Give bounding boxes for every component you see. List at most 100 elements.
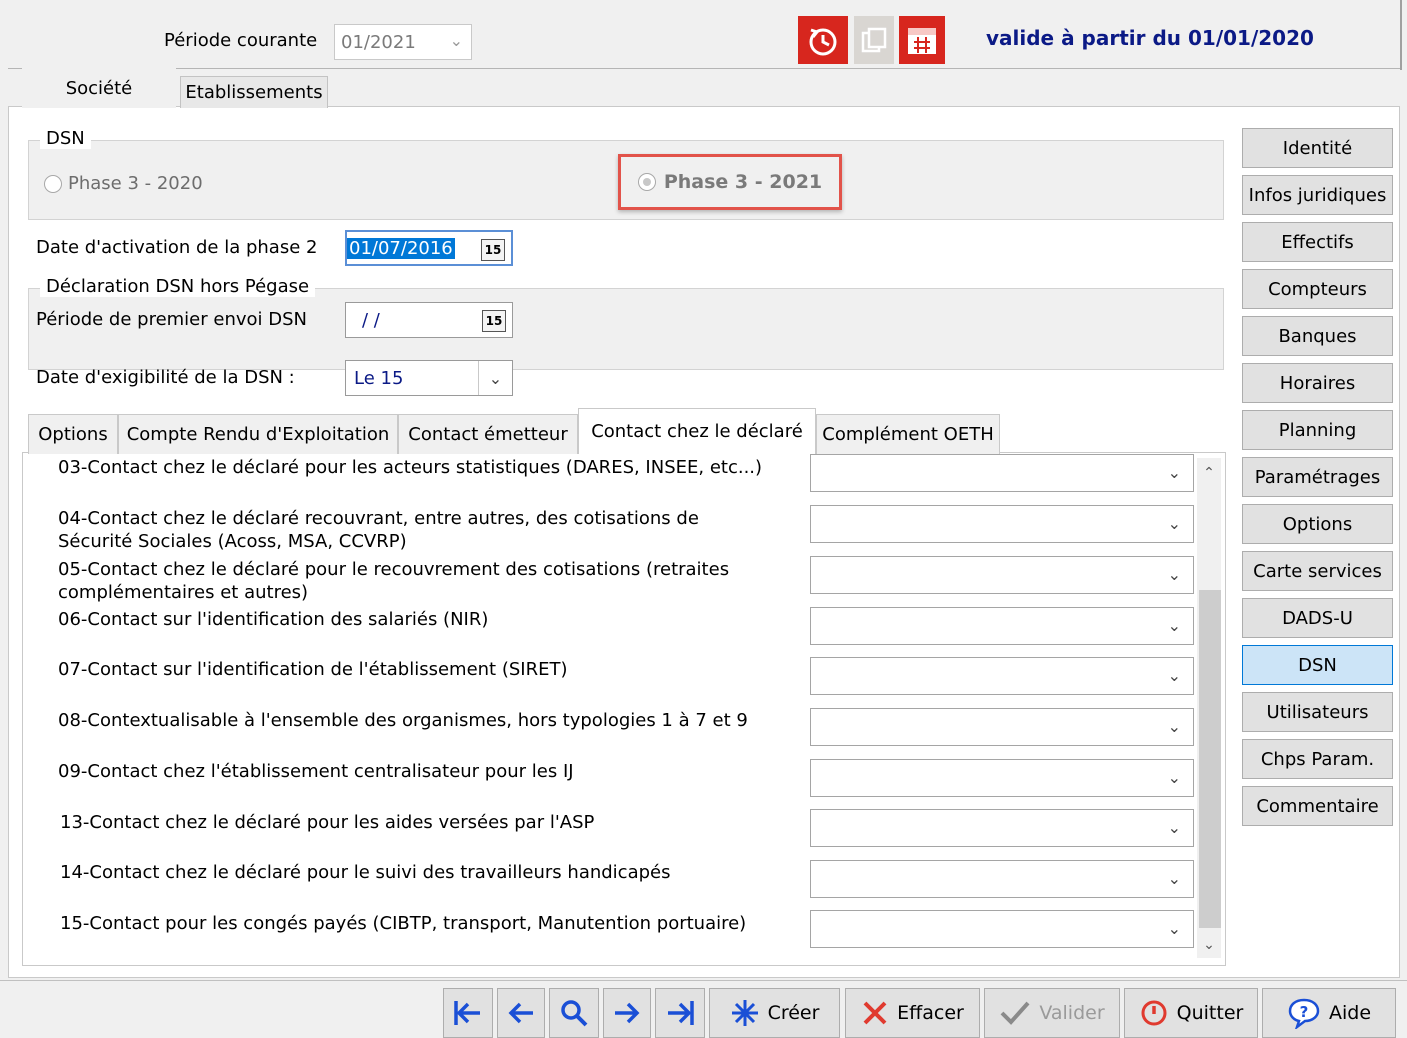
tab-societe[interactable]: Société bbox=[22, 68, 176, 108]
side-button-effectifs[interactable]: Effectifs bbox=[1242, 222, 1393, 262]
side-button-utilisateurs[interactable]: Utilisateurs bbox=[1242, 692, 1393, 732]
bottom-divider bbox=[0, 980, 1407, 981]
subtab-contact-declare[interactable]: Contact chez le déclaré bbox=[578, 408, 816, 454]
contact-label-07: 07-Contact sur l'identification de l'éta… bbox=[58, 659, 568, 680]
contact-label-04: 04-Contact chez le déclaré recouvrant, e… bbox=[58, 508, 699, 552]
validity-text: valide à partir du 01/01/2020 bbox=[986, 26, 1314, 50]
side-button-parametrages[interactable]: Paramétrages bbox=[1242, 457, 1393, 497]
first-record-button[interactable] bbox=[443, 988, 493, 1038]
chevron-down-icon: ⌄ bbox=[449, 31, 463, 50]
effacer-button[interactable]: Effacer bbox=[845, 988, 980, 1038]
contact-label-14: 14-Contact chez le déclaré pour le suivi… bbox=[60, 862, 671, 883]
premier-envoi-input[interactable]: / / 15 bbox=[345, 302, 513, 338]
last-record-button[interactable] bbox=[655, 988, 705, 1038]
activation-date-value: 01/07/2016 bbox=[347, 237, 455, 259]
first-record-icon bbox=[454, 1001, 480, 1025]
previous-record-button[interactable] bbox=[497, 988, 545, 1038]
contact-combo-14[interactable]: ⌄ bbox=[810, 860, 1194, 898]
calendar-icon[interactable] bbox=[899, 16, 945, 64]
period-select[interactable]: 01/2021 ⌄ bbox=[334, 24, 472, 60]
contact-combo-07[interactable]: ⌄ bbox=[810, 657, 1194, 695]
aide-label: Aide bbox=[1328, 1002, 1372, 1024]
premier-envoi-value: / / bbox=[362, 309, 380, 331]
side-button-horaires[interactable]: Horaires bbox=[1242, 363, 1393, 403]
phase-2021-label: Phase 3 - 2021 bbox=[663, 171, 823, 193]
side-button-carte-services[interactable]: Carte services bbox=[1242, 551, 1393, 591]
activation-date-input[interactable]: 01/07/2016 15 bbox=[345, 230, 513, 266]
contact-label-15: 15-Contact pour les congés payés (CIBTP,… bbox=[60, 913, 747, 934]
next-record-button[interactable] bbox=[603, 988, 651, 1038]
scrollbar-thumb[interactable] bbox=[1199, 590, 1221, 928]
checkmark-icon bbox=[1000, 1001, 1030, 1025]
subtab-options-label: Options bbox=[38, 424, 108, 445]
side-button-label: Compteurs bbox=[1268, 278, 1367, 300]
tab-strip-line bbox=[8, 68, 1400, 69]
side-button-identite[interactable]: Identité bbox=[1242, 128, 1393, 168]
phase-2021-radio[interactable]: Phase 3 - 2021 bbox=[618, 154, 842, 210]
contact-combo-09[interactable]: ⌄ bbox=[810, 759, 1194, 797]
side-button-label: Paramétrages bbox=[1254, 466, 1381, 488]
copy-pages-icon[interactable] bbox=[854, 16, 894, 64]
contact-label-06: 06-Contact sur l'identification des sala… bbox=[58, 609, 489, 630]
close-icon bbox=[863, 1001, 887, 1025]
contact-combo-15[interactable]: ⌄ bbox=[810, 910, 1194, 948]
contact-combo-13[interactable]: ⌄ bbox=[810, 809, 1194, 847]
scroll-down-icon[interactable]: ⌄ bbox=[1197, 934, 1221, 956]
quitter-button[interactable]: Quitter bbox=[1124, 988, 1258, 1038]
creer-button[interactable]: Créer bbox=[709, 988, 840, 1038]
subtab-complement-oeth-label: Complément OETH bbox=[822, 424, 994, 445]
effacer-label: Effacer bbox=[897, 1002, 964, 1024]
history-clock-icon[interactable] bbox=[798, 16, 848, 64]
aide-button[interactable]: ? Aide bbox=[1262, 988, 1396, 1038]
chevron-down-icon: ⌄ bbox=[1167, 514, 1181, 533]
contact-label-09: 09-Contact chez l'établissement centrali… bbox=[58, 761, 574, 782]
dsn-group-title: DSN bbox=[40, 128, 91, 149]
contact-combo-05[interactable]: ⌄ bbox=[810, 556, 1194, 594]
chevron-down-icon: ⌄ bbox=[1167, 869, 1181, 888]
phase-2020-radio[interactable]: Phase 3 - 2020 bbox=[44, 173, 203, 194]
next-record-icon bbox=[615, 1002, 640, 1024]
contact-label-13: 13-Contact chez le déclaré pour les aide… bbox=[60, 812, 595, 833]
calendar-picker-icon[interactable]: 15 bbox=[482, 310, 506, 332]
contact-combo-04[interactable]: ⌄ bbox=[810, 505, 1194, 543]
subtab-options[interactable]: Options bbox=[28, 414, 118, 454]
search-icon bbox=[561, 1000, 588, 1027]
power-icon bbox=[1141, 1000, 1167, 1026]
side-button-infos-juridiques[interactable]: Infos juridiques bbox=[1242, 175, 1393, 215]
contact-label-05: 05-Contact chez le déclaré pour le recou… bbox=[58, 559, 730, 603]
side-button-label: Infos juridiques bbox=[1248, 184, 1387, 206]
exigibilite-select[interactable]: Le 15 ⌄ bbox=[345, 360, 513, 396]
side-button-options[interactable]: Options bbox=[1242, 504, 1393, 544]
chevron-down-icon: ⌄ bbox=[1167, 919, 1181, 938]
search-button[interactable] bbox=[549, 988, 599, 1038]
scroll-up-icon[interactable]: ⌃ bbox=[1197, 462, 1221, 484]
side-button-dsn[interactable]: DSN bbox=[1242, 645, 1393, 685]
help-icon: ? bbox=[1288, 998, 1320, 1029]
contact-combo-06[interactable]: ⌄ bbox=[810, 607, 1194, 645]
exigibilite-label: Date d'exigibilité de la DSN : bbox=[36, 367, 295, 388]
previous-record-icon bbox=[508, 1002, 533, 1024]
period-label: Période courante bbox=[164, 30, 318, 51]
tab-etablissements[interactable]: Etablissements bbox=[180, 76, 328, 108]
subtab-contact-emetteur[interactable]: Contact émetteur bbox=[398, 414, 578, 454]
side-button-chps-param[interactable]: Chps Param. bbox=[1242, 739, 1393, 779]
side-button-compteurs[interactable]: Compteurs bbox=[1242, 269, 1393, 309]
side-button-label: Identité bbox=[1282, 137, 1353, 159]
contact-combo-08[interactable]: ⌄ bbox=[810, 708, 1194, 746]
contact-combo-03[interactable]: ⌄ bbox=[810, 454, 1194, 492]
side-button-commentaire[interactable]: Commentaire bbox=[1242, 786, 1393, 826]
phase-2020-label: Phase 3 - 2020 bbox=[68, 173, 203, 194]
side-button-banques[interactable]: Banques bbox=[1242, 316, 1393, 356]
quitter-label: Quitter bbox=[1176, 1002, 1244, 1024]
side-button-planning[interactable]: Planning bbox=[1242, 410, 1393, 450]
subtab-compte-rendu[interactable]: Compte Rendu d'Exploitation bbox=[118, 414, 398, 454]
subtab-contact-emetteur-label: Contact émetteur bbox=[408, 424, 568, 445]
side-button-label: Utilisateurs bbox=[1266, 701, 1369, 723]
window-edge bbox=[1400, 0, 1402, 70]
snowflake-icon bbox=[731, 1000, 758, 1026]
chevron-down-icon: ⌄ bbox=[1167, 616, 1181, 635]
side-button-dads-u[interactable]: DADS-U bbox=[1242, 598, 1393, 638]
calendar-picker-icon[interactable]: 15 bbox=[481, 239, 505, 261]
valider-button[interactable]: Valider bbox=[984, 988, 1120, 1038]
subtab-complement-oeth[interactable]: Complément OETH bbox=[816, 414, 1000, 454]
